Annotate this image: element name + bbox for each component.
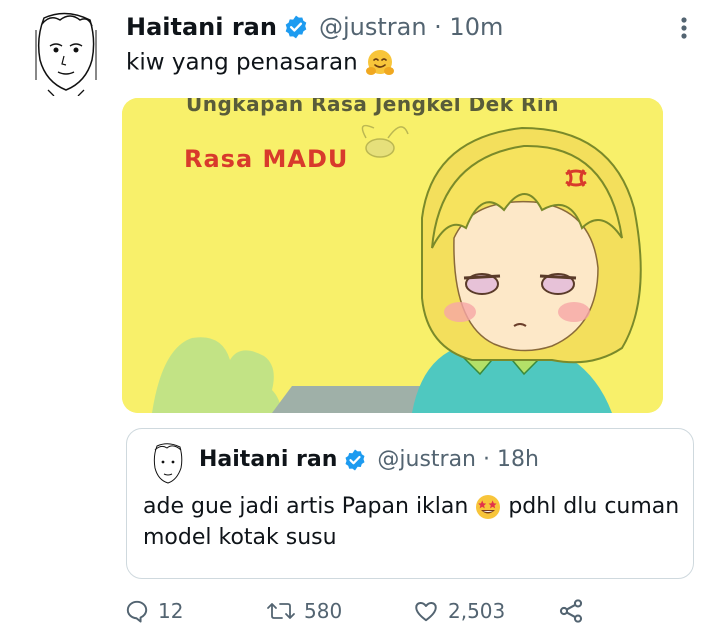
tweet-action-bar: 12 580 2,503 [124, 594, 604, 628]
verified-badge-icon [285, 15, 307, 39]
like-count: 2,503 [448, 599, 506, 623]
author-handle-time[interactable]: @justran · 10m [319, 13, 503, 41]
retweet-count: 580 [304, 599, 343, 623]
like-button[interactable]: 2,503 [412, 594, 505, 628]
tweet-text: kiw yang penasaran [126, 48, 395, 78]
share-icon [559, 599, 583, 623]
more-options-icon[interactable] [674, 14, 694, 42]
quoted-text-before: ade gue jadi artis Papan iklan [143, 494, 469, 519]
quoted-author-handle-time: @justran · 18h [377, 447, 539, 472]
quoted-author-avatar [149, 442, 187, 486]
tweet-header: Haitani ran @justran · 10m [126, 8, 503, 46]
retweet-button[interactable]: 580 [266, 594, 342, 628]
reply-icon [126, 600, 148, 623]
tweet-media-image[interactable]: Ungkapan Rasa Jengkel Dek Rin Rasa MADU [122, 98, 663, 413]
star-struck-emoji-icon [476, 495, 501, 519]
media-caption: Ungkapan Rasa Jengkel Dek Rin [186, 98, 559, 116]
tweet-text-content: kiw yang penasaran [126, 49, 358, 76]
retweet-icon [267, 603, 295, 619]
share-button[interactable] [556, 594, 594, 628]
quoted-author-name: Haitani ran [199, 447, 338, 472]
quoted-tweet-text: ade gue jadi artis Papan iklan pdhl dlu … [143, 491, 683, 553]
author-avatar[interactable] [30, 10, 102, 96]
heart-icon [415, 602, 437, 622]
quoted-tweet-header: Haitani ran @justran · 18h [199, 447, 539, 472]
reply-button[interactable]: 12 [124, 594, 183, 628]
author-name[interactable]: Haitani ran [126, 13, 277, 41]
media-subcaption: Rasa MADU [184, 145, 349, 173]
quoted-tweet[interactable]: Haitani ran @justran · 18h ade gue jadi … [126, 428, 694, 579]
avatar-sketch-image [30, 10, 102, 96]
hugging-face-emoji-icon [365, 50, 394, 75]
quoted-verified-badge-icon [345, 449, 365, 470]
reply-count: 12 [158, 599, 184, 623]
quoted-avatar-sketch-image [149, 442, 187, 486]
